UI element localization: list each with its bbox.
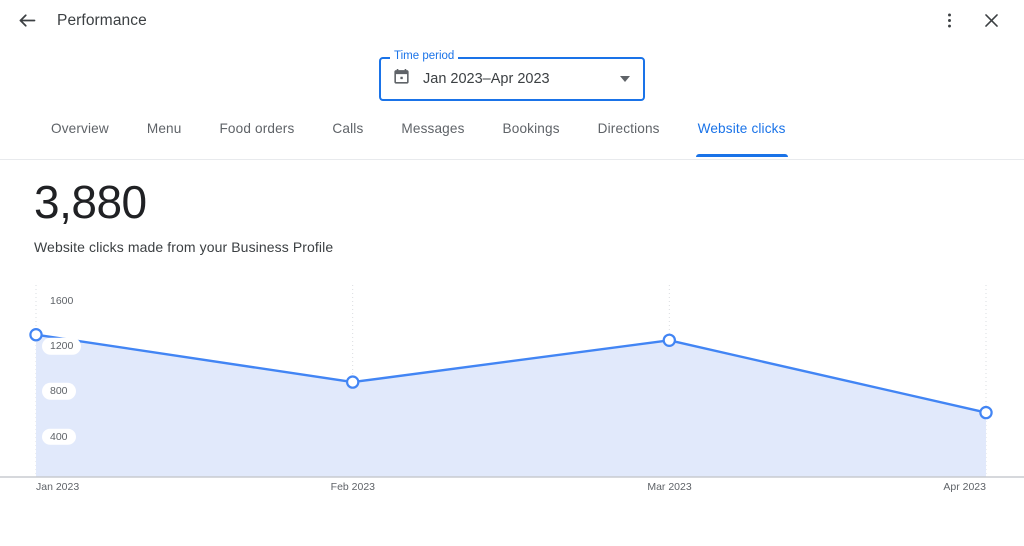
chevron-down-icon[interactable]	[620, 76, 630, 82]
back-button[interactable]	[10, 4, 44, 38]
tab-directions[interactable]: Directions	[598, 118, 660, 136]
tab-label: Food orders	[219, 121, 295, 136]
chart-x-tick-label: Jan 2023	[36, 480, 80, 493]
chart-y-tick-label: 800	[42, 383, 76, 400]
chart-canvas	[0, 284, 1024, 478]
tab-label: Calls	[332, 121, 364, 136]
more-vert-icon	[940, 11, 959, 30]
performance-tabs: Overview Menu Food orders Calls Messages…	[0, 118, 1024, 160]
chart-y-tick-label: 400	[42, 428, 76, 445]
tab-label: Directions	[597, 121, 660, 136]
page-title: Performance	[57, 11, 147, 29]
tab-menu[interactable]: Menu	[147, 118, 182, 136]
time-period-select[interactable]: Time period Jan 2023–Apr 2023	[379, 50, 645, 101]
close-icon	[982, 11, 1001, 30]
tab-label: Bookings	[502, 121, 560, 136]
tab-label: Menu	[146, 121, 182, 136]
chart-x-tick-label: Mar 2023	[647, 480, 692, 493]
active-tab-indicator	[695, 153, 788, 157]
tab-label: Overview	[51, 121, 109, 136]
tab-label: Messages	[401, 121, 465, 136]
time-period-row: Time period Jan 2023–Apr 2023	[0, 50, 1024, 101]
time-period-label: Time period	[390, 50, 459, 63]
close-button[interactable]	[974, 4, 1008, 38]
tab-label: Website clicks	[697, 121, 786, 136]
tab-overview[interactable]: Overview	[51, 118, 109, 136]
calendar-icon	[392, 67, 411, 91]
time-period-value: Jan 2023–Apr 2023	[423, 71, 550, 87]
tab-food-orders[interactable]: Food orders	[219, 118, 294, 136]
tab-bookings[interactable]: Bookings	[503, 118, 560, 136]
website-clicks-chart: 1600 1200 800 400 Jan 2023 Feb 2023 Mar 2023 A…	[0, 277, 1024, 502]
tab-calls[interactable]: Calls	[332, 118, 363, 136]
more-options-button[interactable]	[932, 4, 966, 38]
metric-description: Website clicks made from your Business P…	[34, 238, 334, 255]
topbar-actions	[932, 4, 1008, 38]
chart-x-tick-label: Apr 2023	[943, 480, 986, 493]
tab-messages[interactable]: Messages	[401, 118, 464, 136]
chart-x-tick-label: Feb 2023	[330, 480, 376, 493]
chart-y-tick-label: 1600	[42, 292, 82, 310]
chart-y-tick-label: 1200	[42, 337, 82, 355]
tab-website-clicks[interactable]: Website clicks	[695, 118, 788, 157]
back-arrow-icon	[17, 10, 38, 31]
top-app-bar: Performance	[0, 0, 1024, 41]
metric-value: 3,880	[34, 176, 147, 228]
metric-summary: 3,880 Website clicks made from your Busi…	[0, 160, 1024, 255]
